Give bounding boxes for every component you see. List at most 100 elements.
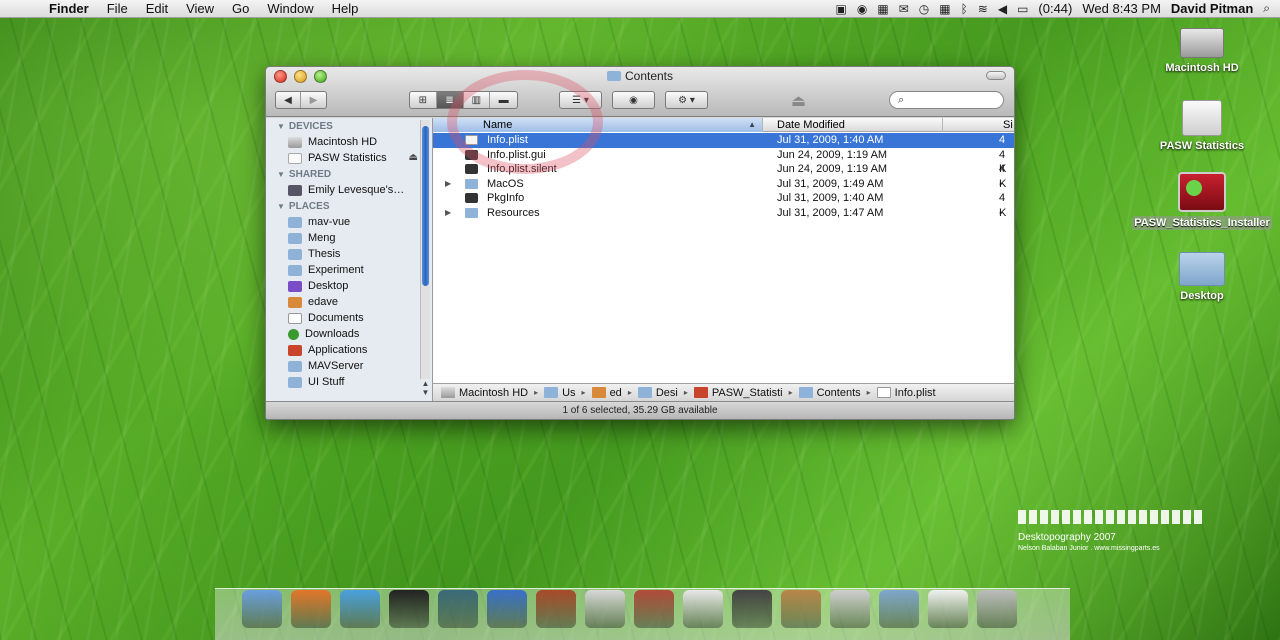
disclosure-triangle-icon[interactable]: ▶ bbox=[445, 177, 451, 192]
desktop-icon-pasw-installer[interactable]: PASW_Statistics_Installer bbox=[1132, 172, 1272, 230]
arrange-button[interactable]: ☰ ▾ bbox=[559, 91, 602, 109]
desktop-icon-label: PASW Statistics bbox=[1159, 140, 1245, 152]
sidebar-header-shared[interactable]: ▼ SHARED bbox=[266, 166, 432, 182]
quick-look-button[interactable]: ◉ bbox=[612, 91, 655, 109]
back-button[interactable]: ◀ bbox=[276, 92, 302, 108]
path-item-icon bbox=[544, 387, 559, 398]
disclosure-triangle-icon[interactable]: ▼ bbox=[277, 170, 285, 179]
skype-icon[interactable]: ◉ bbox=[857, 2, 867, 16]
table-row[interactable]: Info.plist Jul 31, 2009, 1:40 AM 4 K bbox=[433, 133, 1014, 161]
sidebar-header-devices[interactable]: ▼ DEVICES bbox=[266, 118, 432, 134]
desktop-icon-desktop-folder[interactable]: Desktop bbox=[1132, 252, 1272, 302]
sidebar-header-places[interactable]: ▼ PLACES bbox=[266, 198, 432, 214]
dock-home-app-icon[interactable] bbox=[634, 590, 674, 628]
dock-finder-icon[interactable] bbox=[242, 590, 282, 628]
sidebar-item-shared-computer[interactable]: Emily Levesque's… bbox=[266, 182, 432, 198]
menu-edit[interactable]: Edit bbox=[137, 1, 177, 16]
wifi-icon[interactable]: ≋ bbox=[978, 2, 988, 16]
menu-app-name[interactable]: Finder bbox=[40, 1, 98, 16]
sidebar-item-pasw-statistics[interactable]: PASW Statistics ⏏ bbox=[266, 150, 432, 166]
cover-flow-button[interactable]: ▬ bbox=[490, 92, 517, 108]
dock-address-book-icon[interactable] bbox=[781, 590, 821, 628]
path-item[interactable]: Us bbox=[544, 387, 576, 399]
eject-icon[interactable]: ⏏ bbox=[409, 150, 418, 166]
battery-icon[interactable]: ▭ bbox=[1017, 2, 1028, 16]
dock-terminal-icon[interactable] bbox=[389, 590, 429, 628]
time-machine-icon[interactable]: ◷ bbox=[919, 2, 929, 16]
calendar-icon[interactable]: ▦ bbox=[877, 2, 888, 16]
action-button[interactable]: ⚙ ▾ bbox=[665, 91, 708, 109]
path-item[interactable]: PASW_Statisti bbox=[693, 387, 783, 399]
menu-clock[interactable]: Wed 8:43 PM bbox=[1082, 1, 1161, 16]
window-titlebar[interactable]: Contents ◀ ▶ ⊞ ≣ ▥ ▬ ☰ ▾ ◉ ⚙ ▾ ⏏ ⌕ bbox=[266, 67, 1014, 117]
column-view-button[interactable]: ▥ bbox=[464, 92, 491, 108]
search-field[interactable]: ⌕ bbox=[889, 91, 1004, 109]
file-date-modified: Jul 31, 2009, 1:40 AM bbox=[777, 192, 884, 204]
list-view-button[interactable]: ≣ bbox=[436, 92, 464, 108]
sidebar-item-downloads[interactable]: Downloads bbox=[266, 326, 432, 342]
table-row[interactable]: ▶ Resources Jul 31, 2009, 1:47 AM - bbox=[433, 206, 1014, 221]
sidebar-item-macintosh-hd[interactable]: Macintosh HD bbox=[266, 134, 432, 150]
sidebar-item-mavserver[interactable]: MAVServer bbox=[266, 358, 432, 374]
toolbar-toggle-button[interactable] bbox=[986, 71, 1006, 80]
column-header-date-modified[interactable]: Date Modified bbox=[763, 118, 943, 132]
path-item[interactable]: Macintosh HD bbox=[441, 387, 528, 399]
column-header-name[interactable]: Name ▲ bbox=[433, 118, 763, 132]
scrollbar-thumb[interactable] bbox=[422, 126, 429, 286]
screen-recording-icon[interactable]: ▣ bbox=[836, 2, 847, 16]
menu-user[interactable]: David Pitman bbox=[1171, 1, 1253, 16]
desktop-icon-pasw-statistics[interactable]: PASW Statistics bbox=[1132, 100, 1272, 152]
path-item[interactable]: Info.plist bbox=[876, 387, 936, 399]
mail-icon[interactable]: ✉ bbox=[899, 2, 909, 16]
column-header-size[interactable]: Si bbox=[943, 118, 1014, 132]
forward-button[interactable]: ▶ bbox=[301, 92, 326, 108]
sidebar-item-thesis[interactable]: Thesis bbox=[266, 246, 432, 262]
scroll-arrows-icon[interactable]: ▲ ▼ bbox=[421, 379, 430, 397]
bluetooth-icon[interactable]: ᛒ bbox=[961, 2, 968, 16]
sidebar-scrollbar[interactable]: ▲ ▼ bbox=[420, 120, 430, 397]
sidebar-item-documents[interactable]: Documents bbox=[266, 310, 432, 326]
dock-photo-booth-icon[interactable] bbox=[732, 590, 772, 628]
dock-itunes-icon[interactable] bbox=[340, 590, 380, 628]
path-item[interactable]: ed bbox=[591, 387, 622, 399]
sidebar-item-applications[interactable]: Applications bbox=[266, 342, 432, 358]
dock-trash-icon[interactable] bbox=[977, 590, 1017, 628]
sidebar-item-experiment[interactable]: Experiment bbox=[266, 262, 432, 278]
dock-disk-image-icon[interactable] bbox=[830, 590, 870, 628]
window-title: Contents bbox=[266, 69, 1014, 83]
dock-xcode-icon[interactable] bbox=[487, 590, 527, 628]
table-row[interactable]: ▶ MacOS Jul 31, 2009, 1:49 AM - bbox=[433, 177, 1014, 192]
menu-view[interactable]: View bbox=[177, 1, 223, 16]
sidebar-item-ui-stuff[interactable]: UI Stuff bbox=[266, 374, 432, 390]
path-item[interactable]: Desi bbox=[637, 387, 678, 399]
dock-downloads-folder-icon[interactable] bbox=[879, 590, 919, 628]
table-row[interactable]: Info.plist.silent Jun 24, 2009, 1:19 AM 4 … bbox=[433, 162, 1014, 190]
dock-preview-icon[interactable] bbox=[683, 590, 723, 628]
table-row[interactable]: Info.plist.gui Jun 24, 2009, 1:19 AM 4 K bbox=[433, 148, 1014, 175]
dock-firefox-icon[interactable] bbox=[291, 590, 331, 628]
sidebar-item-edave[interactable]: edave bbox=[266, 294, 432, 310]
menu-go[interactable]: Go bbox=[223, 1, 258, 16]
eject-icon[interactable]: ⏏ bbox=[791, 91, 806, 111]
dock-keynote-icon[interactable] bbox=[536, 590, 576, 628]
desktop-icon-macintosh-hd[interactable]: Macintosh HD bbox=[1132, 28, 1272, 74]
sidebar-item-label: Applications bbox=[308, 344, 368, 356]
sidebar-item-desktop[interactable]: Desktop bbox=[266, 278, 432, 294]
disclosure-triangle-icon[interactable]: ▼ bbox=[277, 122, 285, 131]
path-item[interactable]: Contents bbox=[798, 387, 861, 399]
menu-file[interactable]: File bbox=[98, 1, 137, 16]
menu-help[interactable]: Help bbox=[323, 1, 368, 16]
dock-documents-stack-icon[interactable] bbox=[928, 590, 968, 628]
dock-texshop-icon[interactable] bbox=[585, 590, 625, 628]
spaces-icon[interactable]: ▦ bbox=[939, 2, 950, 16]
icon-view-button[interactable]: ⊞ bbox=[410, 92, 437, 108]
volume-icon[interactable]: ◀ bbox=[998, 2, 1007, 16]
table-row[interactable]: PkgInfo Jul 31, 2009, 1:40 AM 4 K bbox=[433, 191, 1014, 219]
spotlight-search-icon[interactable]: ⌕ bbox=[1263, 1, 1270, 16]
disclosure-triangle-icon[interactable]: ▼ bbox=[277, 202, 285, 211]
sidebar-item-meng[interactable]: Meng bbox=[266, 230, 432, 246]
dock-art-app-icon[interactable] bbox=[438, 590, 478, 628]
disclosure-triangle-icon[interactable]: ▶ bbox=[445, 206, 451, 221]
menu-window[interactable]: Window bbox=[258, 1, 322, 16]
sidebar-item-mav-vue[interactable]: mav-vue bbox=[266, 214, 432, 230]
